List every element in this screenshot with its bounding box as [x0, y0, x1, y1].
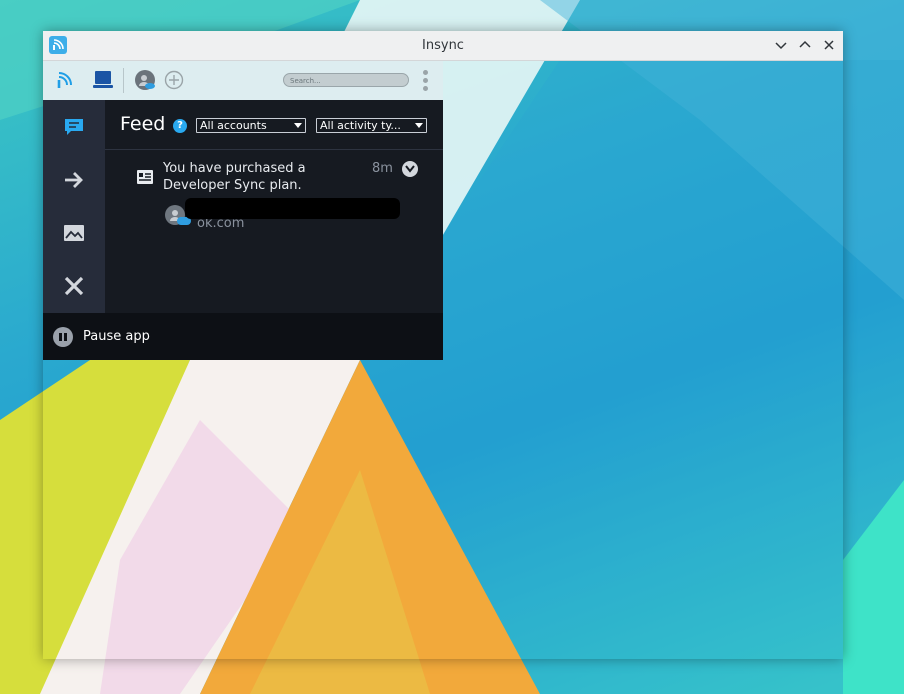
- chevron-down-icon[interactable]: [402, 161, 418, 177]
- window-title: Insync: [422, 38, 464, 53]
- account-filter-dropdown[interactable]: All accounts: [196, 118, 306, 133]
- receipt-icon: [137, 169, 153, 188]
- more-options-icon[interactable]: [423, 70, 429, 92]
- sidebar-item-media[interactable]: [43, 206, 105, 259]
- sidebar-item-outgoing[interactable]: [43, 153, 105, 206]
- help-icon[interactable]: ?: [173, 119, 187, 133]
- sidebar-item-errors[interactable]: [43, 259, 105, 312]
- feed-content: Feed ? All accounts All activity ty... Y…: [105, 100, 443, 313]
- sidebar-item-feed[interactable]: [43, 100, 105, 153]
- activity-filter-label: All activity ty...: [320, 119, 401, 132]
- chevron-down-icon: [294, 123, 302, 128]
- maximize-icon[interactable]: [798, 38, 812, 52]
- sidebar: [43, 100, 105, 313]
- feed-item[interactable]: You have purchased a Developer Sync plan…: [105, 149, 443, 239]
- top-toolbar: Search...: [43, 61, 443, 100]
- cloud-badge-icon: [139, 75, 155, 89]
- feed-title: Feed: [120, 113, 166, 135]
- pause-icon[interactable]: [53, 327, 73, 347]
- bottom-bar: Pause app: [43, 313, 443, 360]
- insync-panel: Search... Feed ? All accounts All activi…: [43, 61, 443, 360]
- close-icon[interactable]: [822, 38, 836, 52]
- close-icon: [64, 276, 84, 296]
- account-avatar[interactable]: [135, 70, 155, 90]
- search-input[interactable]: Search...: [283, 73, 409, 87]
- add-account-icon[interactable]: [164, 70, 184, 94]
- window-client-area: Search... Feed ? All accounts All activi…: [43, 61, 843, 659]
- laptop-icon[interactable]: [93, 70, 113, 94]
- insync-window: Insync Search... Feed ? All accounts All…: [43, 31, 843, 659]
- chevron-down-icon: [415, 123, 423, 128]
- insync-logo-icon[interactable]: [56, 71, 72, 93]
- feed-header: Feed ? All accounts All activity ty...: [105, 100, 443, 150]
- feed-item-message: You have purchased a Developer Sync plan…: [163, 161, 306, 193]
- pause-app-button[interactable]: Pause app: [83, 329, 150, 344]
- chat-bubble-icon: [65, 119, 83, 135]
- redaction-mark: [185, 198, 400, 219]
- minimize-icon[interactable]: [774, 38, 788, 52]
- feed-item-time: 8m: [372, 161, 393, 176]
- image-icon: [64, 225, 84, 241]
- account-filter-label: All accounts: [200, 119, 267, 132]
- arrow-right-icon: [65, 172, 83, 188]
- toolbar-divider: [123, 68, 124, 93]
- title-bar[interactable]: Insync: [43, 31, 843, 61]
- activity-filter-dropdown[interactable]: All activity ty...: [316, 118, 427, 133]
